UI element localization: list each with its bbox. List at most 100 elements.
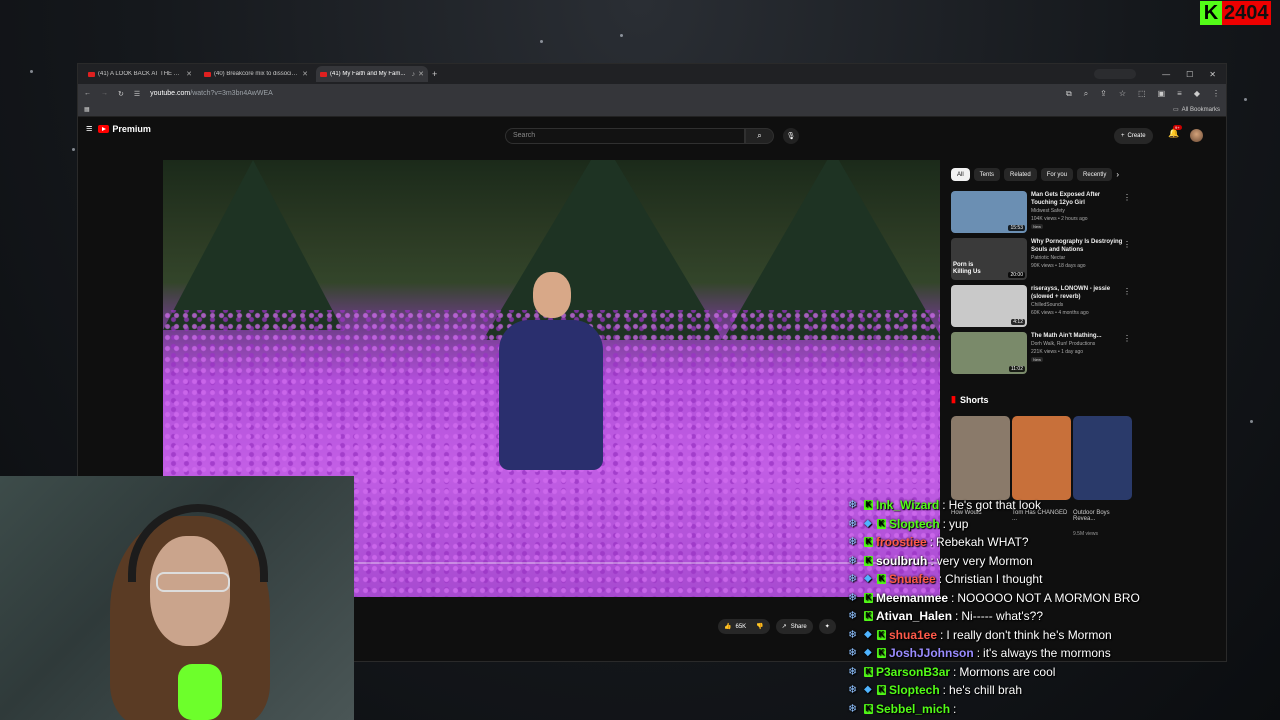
video-thumbnail[interactable]: 15:53 (951, 191, 1027, 233)
more-options-icon[interactable]: ⋮ (1123, 287, 1131, 296)
create-button[interactable]: + Create (1114, 128, 1153, 144)
kick-badge-icon: K (877, 629, 886, 640)
url-field[interactable]: youtube.com/watch?v=3m3bn4AwWEA (150, 90, 273, 97)
sidepanel-icon[interactable]: ▣ (1158, 89, 1166, 99)
video-duration: 4:12 (1011, 319, 1025, 325)
close-window-icon[interactable]: ✕ (1209, 70, 1216, 79)
browser-tab-2[interactable]: (40) Breakcore mix to dissocia... ✕ (200, 66, 312, 82)
chat-username[interactable]: Meemanmee (876, 589, 948, 608)
search-input[interactable]: Search (505, 128, 745, 144)
search-button[interactable]: ⌕ (745, 128, 774, 144)
chat-username[interactable]: Ink_Wizard (876, 496, 939, 515)
minimize-icon[interactable]: — (1162, 70, 1170, 79)
browser-tab-1[interactable]: (41) A LOOK BACK AT THE AM... ✕ (84, 66, 196, 82)
youtube-favicon-icon (320, 71, 327, 77)
kick-badge-icon: K (864, 666, 873, 677)
bookmarks-bar: ▦ ▭ All Bookmarks (78, 103, 1226, 117)
chat-username[interactable]: Sloptech (889, 515, 940, 534)
profile-pill[interactable] (1094, 69, 1137, 79)
chat-message: ❄ Ksoulbruh: very very Mormon (848, 552, 1278, 571)
video-thumbnail[interactable]: 4:12 (951, 285, 1027, 327)
chat-username[interactable]: Sebbel_mich (876, 700, 950, 719)
chat-username[interactable]: P3arsonB3ar (876, 663, 950, 682)
viewer-count: 2404 (1222, 1, 1271, 25)
thumbs-down-icon[interactable]: 👎 (756, 623, 763, 630)
more-options-icon[interactable]: ⋮ (1123, 240, 1131, 249)
channel-name[interactable]: Dorh Walk, Run! Productions (1031, 341, 1127, 348)
new-badge: New (1031, 224, 1044, 229)
like-count: 65K (735, 623, 747, 630)
video-title[interactable]: riserayss, LONOWN - jessie (slowed + rev… (1031, 285, 1127, 301)
site-info-icon[interactable]: ☰ (134, 90, 140, 98)
maximize-icon[interactable]: ☐ (1186, 70, 1193, 79)
kick-badge-icon: K (864, 537, 873, 548)
recommendation-item[interactable]: 11:02 The Math Ain't Mathing... Dorh Wal… (951, 332, 1131, 374)
chat-text: he's chill brah (949, 683, 1023, 697)
chip-all[interactable]: All (951, 168, 970, 181)
extension-icon[interactable]: ◆ (1194, 89, 1200, 99)
close-tab-icon[interactable]: ✕ (418, 70, 424, 78)
chat-username[interactable]: soulbruh (876, 552, 927, 571)
media-icon[interactable]: ≡ (1177, 89, 1182, 99)
voice-search-button[interactable]: 🎙 (783, 128, 799, 144)
chat-username[interactable]: shua1ee (889, 626, 937, 645)
video-thumbnail[interactable]: 11:02 (951, 332, 1027, 374)
address-bar-icons: ⧉ ⌕ ⇪ ☆ ⬚ ▣ ≡ ◆ ⋮ (1066, 89, 1220, 99)
subscriber-badge-icon: ❄ (848, 591, 858, 604)
more-options-icon[interactable]: ⋮ (1123, 334, 1131, 343)
zoom-icon[interactable]: ⌕ (1084, 89, 1088, 99)
short-item[interactable] (951, 416, 1010, 500)
chat-message: ❄ ◆ K Sloptech: yup (848, 515, 1278, 534)
channel-name[interactable]: Patriotic Nectar (1031, 255, 1127, 262)
video-actions: 👍 65K 👎 ↗ Share ✦ (718, 619, 836, 634)
video-thumbnail[interactable]: Porn is Killing Us 20:00 (951, 238, 1027, 280)
chip-related[interactable]: Related (1004, 168, 1037, 181)
apps-grid-icon[interactable]: ▦ (84, 106, 90, 113)
browser-tab-3[interactable]: (41) My Faith and My Fam... ♪ ✕ (316, 66, 428, 82)
hamburger-menu-icon[interactable]: ≡ (86, 123, 92, 135)
chip-recently[interactable]: Recently (1077, 168, 1113, 181)
like-button[interactable]: 👍 65K 👎 (718, 619, 770, 634)
speaker-icon[interactable]: ♪ (412, 71, 416, 78)
close-tab-icon[interactable]: ✕ (186, 70, 192, 78)
channel-name[interactable]: ChilledSounds (1031, 302, 1127, 309)
plus-icon: + (1121, 133, 1125, 139)
video-title[interactable]: The Math Ain't Mathing... (1031, 332, 1127, 340)
video-title[interactable]: Why Pornography Is Destroying Souls and … (1031, 238, 1127, 254)
short-item[interactable] (1073, 416, 1132, 500)
recommendation-item[interactable]: Porn is Killing Us 20:00 Why Pornography… (951, 238, 1131, 280)
share-icon[interactable]: ⇪ (1100, 89, 1107, 99)
recommendation-item[interactable]: 15:53 Man Gets Exposed After Touching 12… (951, 191, 1131, 233)
gem-badge-icon: ◆ (864, 573, 872, 585)
ask-button[interactable]: ✦ (818, 619, 836, 634)
chat-username[interactable]: Sloptech (889, 681, 940, 700)
extensions-icon[interactable]: ⬚ (1138, 89, 1146, 99)
viewer-count-badge: K 2404 (1200, 1, 1271, 25)
recommendation-item[interactable]: 4:12 riserayss, LONOWN - jessie (slowed … (951, 285, 1131, 327)
install-icon[interactable]: ⧉ (1066, 89, 1072, 99)
account-avatar[interactable] (1190, 129, 1203, 142)
chevron-right-icon[interactable]: › (1116, 170, 1119, 179)
chip-tents[interactable]: Tents (973, 168, 1001, 181)
share-button[interactable]: ↗ Share (775, 619, 813, 634)
chat-username[interactable]: JoshJJohnson (889, 644, 974, 663)
all-bookmarks[interactable]: ▭ All Bookmarks (1173, 106, 1220, 114)
channel-name[interactable]: Midwest Safety (1031, 208, 1127, 215)
chip-for-you[interactable]: For you (1040, 168, 1074, 181)
video-title[interactable]: Man Gets Exposed After Touching 12yo Gir… (1031, 191, 1127, 207)
chat-username[interactable]: Snuafee (889, 570, 936, 589)
more-options-icon[interactable]: ⋮ (1123, 193, 1131, 202)
close-tab-icon[interactable]: ✕ (302, 70, 308, 78)
youtube-logo[interactable]: Premium (98, 124, 151, 134)
tab-title: (41) My Faith and My Fam... (330, 71, 406, 77)
browser-menu-icon[interactable]: ⋮ (1212, 89, 1220, 99)
chat-username[interactable]: Ativan_Halen (876, 607, 952, 626)
forward-icon[interactable]: → (101, 90, 108, 97)
reload-icon[interactable]: ↻ (118, 90, 124, 98)
back-icon[interactable]: ← (84, 90, 91, 97)
notifications-button[interactable]: 🔔 9+ (1168, 125, 1182, 139)
new-tab-icon[interactable]: + (432, 69, 437, 79)
short-item[interactable] (1012, 416, 1071, 500)
chat-username[interactable]: froostiee (876, 533, 927, 552)
bookmark-star-icon[interactable]: ☆ (1119, 89, 1126, 99)
